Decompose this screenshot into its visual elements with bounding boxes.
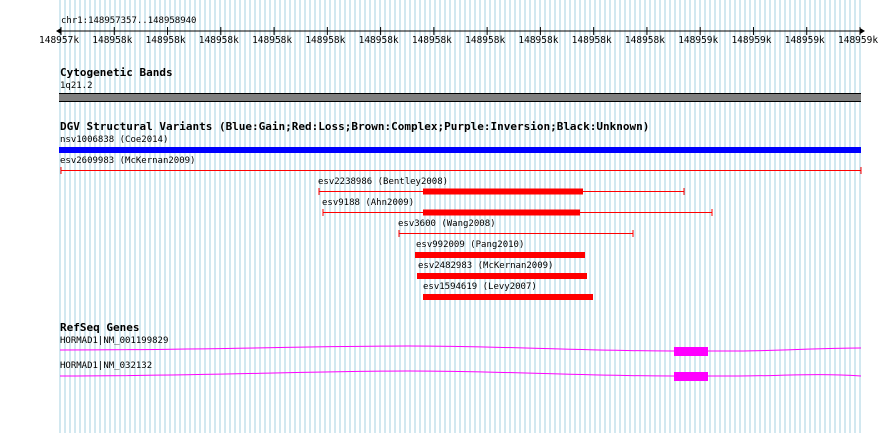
dgv-gain-bar[interactable] — [59, 147, 861, 153]
ruler-tick-label: 148958k — [465, 35, 506, 46]
ruler-tick-label: 148957k — [39, 35, 80, 46]
ruler-tick-label: 148958k — [198, 35, 239, 46]
dgv-loss-span[interactable] — [396, 229, 636, 238]
dgv-loss-bar[interactable] — [423, 294, 593, 300]
dgv-loss-span[interactable] — [320, 208, 716, 217]
cytoband-title: Cytogenetic Bands — [60, 66, 173, 79]
ruler-tick-label: 148959k — [838, 35, 879, 46]
dgv-loss-bar[interactable] — [415, 252, 585, 258]
dgv-feature-label: esv9188 (Ahn2009) — [322, 198, 415, 208]
dgv-feature-label: esv1594619 (Levy2007) — [423, 282, 537, 292]
ruler-tick-label: 148958k — [305, 35, 346, 46]
ruler-tick-label: 148959k — [678, 35, 719, 46]
ruler-tick-label: 148958k — [571, 35, 612, 46]
dgv-loss-span[interactable] — [316, 187, 688, 196]
dgv-feature-label: esv2482983 (McKernan2009) — [418, 261, 554, 271]
ruler-tick-label: 148958k — [252, 35, 293, 46]
cytoband-label: 1q21.2 — [60, 81, 93, 91]
dgv-title: DGV Structural Variants (Blue:Gain;Red:L… — [60, 120, 650, 133]
refseq-title: RefSeq Genes — [60, 321, 140, 334]
gene-model[interactable] — [58, 343, 864, 359]
ruler-tick-label: 148958k — [145, 35, 186, 46]
dgv-loss-span[interactable] — [58, 166, 864, 175]
cytoband-bar[interactable] — [59, 93, 861, 102]
ruler-tick-label: 148958k — [624, 35, 665, 46]
dgv-loss-bar[interactable] — [417, 273, 587, 279]
dgv-feature-label: esv3600 (Wang2008) — [398, 219, 496, 229]
ruler-tick-label: 148959k — [731, 35, 772, 46]
ruler-tick-label: 148958k — [358, 35, 399, 46]
ruler-tick-label: 148958k — [411, 35, 452, 46]
ruler-tick-label: 148959k — [784, 35, 825, 46]
ruler-tick-label: 148958k — [518, 35, 559, 46]
dgv-feature-label: esv2238986 (Bentley2008) — [318, 177, 449, 187]
dgv-feature-label: nsv1006838 (Coe2014) — [60, 135, 169, 145]
ruler-tick-label: 148958k — [92, 35, 133, 46]
dgv-feature-label: esv2609983 (McKernan2009) — [60, 156, 196, 166]
gene-model[interactable] — [58, 368, 864, 384]
dgv-feature-label: esv992009 (Pang2010) — [416, 240, 525, 250]
